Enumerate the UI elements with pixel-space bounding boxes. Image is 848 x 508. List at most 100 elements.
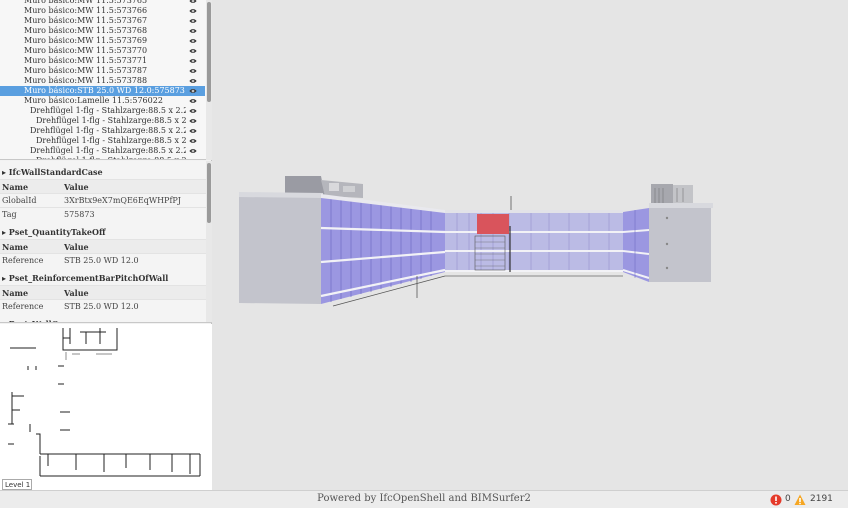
tree-item[interactable]: Muro básico:MW 11.5:573768 [0,26,205,36]
visibility-eye-icon[interactable] [189,77,197,85]
wall-left-solid [239,196,321,304]
visibility-eye-icon[interactable] [189,127,197,135]
tree-item-label: Drehflügel 1-flg - Stahlzarge:88.5 x 2.2… [30,106,186,115]
visibility-eye-icon[interactable] [189,87,197,95]
property-set: ▸ IfcWallStandardCase Name Value GlobalId 3X… [0,165,206,221]
header-name: Name [2,182,29,192]
property-value: STB 25.0 WD 12.0 [64,256,139,265]
tree-item[interactable]: Muro básico:MW 11.5:573766 [0,6,205,16]
tree-item-label: Drehflügel 1-flg - Stahlzarge:88.5 x 2.2… [36,136,186,145]
tree-item-label: Muro básico:MW 11.5:573767 [24,16,148,25]
glazed-facade-center [445,212,623,272]
status-indicators[interactable]: 0 2191 [770,493,840,507]
property-set: ▸ Pset_QuantityTakeOff Name Value Reference… [0,225,206,267]
property-set-title[interactable]: ▸ Pset_QuantityTakeOff [0,225,206,239]
tree-item[interactable]: Drehflügel 1-flg - Stahlzarge:88.5 x 2.2… [0,116,205,126]
rooftop-unit-right [651,184,693,206]
property-name: GlobalId [2,196,37,205]
property-set-title[interactable]: ▸ IfcWallStandardCase [0,165,206,179]
visibility-eye-icon[interactable] [189,67,197,75]
tree-item-label: Drehflügel 1-flg - Stahlzarge:88.5 x 2.2… [30,126,186,135]
tree-item-label: Muro básico:MW 11.5:573770 [24,46,148,55]
wall-right-solid [649,206,711,282]
tree-item-label: Drehflügel 1-flg - Stahlzarge:88.5 x 2.2… [36,116,186,125]
property-set: ▸ Pset_ReinforcementBarPitchOfWall Name Va… [0,271,206,313]
tree-item[interactable]: Muro básico:MW 11.5:573788 [0,76,205,86]
tree-item[interactable]: Drehflügel 1-flg - Stahlzarge:88.5 x 2.2… [0,106,205,116]
visibility-eye-icon[interactable] [189,0,197,5]
visibility-eye-icon[interactable] [189,7,197,15]
property-row: Reference STB 25.0 WD 12.0 [0,299,206,313]
visibility-eye-icon[interactable] [189,107,197,115]
visibility-eye-icon[interactable] [189,17,197,25]
property-set-title[interactable]: ▸ Pset_ReinforcementBarPitchOfWall [0,271,206,285]
floor-plan-drawing [8,328,201,477]
tree-item[interactable]: Drehflügel 1-flg - Stahlzarge:88.5 x 2.2… [0,136,205,146]
header-value: Value [64,242,89,252]
tree-item[interactable]: Muro básico:MW 11.5:573771 [0,56,205,66]
glazed-facade-left [321,196,445,304]
visibility-eye-icon[interactable] [189,47,197,55]
tree-item-label: Drehflügel 1-flg - Stahlzarge:88.5 x 2.2… [30,146,186,155]
property-row: Reference STB 25.0 WD 12.0 [0,253,206,267]
powered-by-text: Powered by IfcOpenShell and BIMSurfer2 [317,493,531,504]
model-tree[interactable]: Muro básico:MW 11.5:573765 Muro básico:MW… [0,0,212,160]
property-row: Tag 575873 [0,207,206,221]
property-name: Reference [2,256,44,265]
property-header-row: Name Value [0,285,206,299]
tree-item[interactable]: Drehflügel 1-flg - Stahlzarge:88.5 x 2.2… [0,146,205,156]
visibility-eye-icon[interactable] [189,157,197,159]
footer-bar: Powered by IfcOpenShell and BIMSurfer2 0… [0,490,848,508]
tree-item-label: Muro básico:STB 25.0 WD 12.0:575873 [24,86,185,95]
visibility-eye-icon[interactable] [189,147,197,155]
tree-scrollbar[interactable] [206,0,212,160]
properties-scrollbar[interactable] [206,161,212,322]
tree-item[interactable]: Muro básico:Lamelle 11.5:576022 [0,96,205,106]
tree-item-label: Muro básico:MW 11.5:573766 [24,6,148,15]
warning-count: 2191 [810,494,833,504]
tree-item[interactable]: Drehflügel 1-flg - Stahlzarge:88.5 x 2.2… [0,126,205,136]
tree-item[interactable]: Muro básico:MW 11.5:573769 [0,36,205,46]
property-value: 575873 [64,210,95,219]
building-model [239,176,713,307]
visibility-eye-icon[interactable] [189,97,197,105]
header-value: Value [64,288,89,298]
property-set: ▸ Pset_WallCommon [0,317,206,322]
property-header-row: Name Value [0,239,206,253]
tree-item[interactable]: Muro básico:MW 11.5:573767 [0,16,205,26]
warning-icon [794,494,806,505]
tree-item[interactable]: Muro básico:STB 25.0 WD 12.0:575873 [0,86,205,96]
visibility-eye-icon[interactable] [189,37,197,45]
tree-item-label: Muro básico:Lamelle 11.5:576022 [24,96,163,105]
error-icon [770,494,782,506]
property-header-row: Name Value [0,179,206,193]
tree-item[interactable]: Drehflügel 1-flg - Stahlzarge:88.5 x 2.2… [0,156,205,159]
selected-wall-highlight [477,214,509,234]
tree-item[interactable]: Muro básico:MW 11.5:573787 [0,66,205,76]
tree-item-label: Muro básico:MW 11.5:573768 [24,26,148,35]
properties-scrollbar-thumb[interactable] [207,163,211,223]
header-name: Name [2,288,29,298]
tree-item[interactable]: Muro básico:MW 11.5:573770 [0,46,205,56]
level-select[interactable]: Level 1 ˅ [2,479,32,499]
floor-plan-view[interactable] [0,324,212,490]
tree-item-label: Muro básico:MW 11.5:573769 [24,36,148,45]
left-panel: Muro básico:MW 11.5:573765 Muro básico:MW… [0,0,212,499]
property-value: 3XrBtx9eX7mQE6EqWHPfPJ [64,196,181,205]
visibility-eye-icon[interactable] [189,27,197,35]
app: Muro básico:MW 11.5:573765 Muro básico:MW… [0,0,848,508]
tree-item-label: Muro básico:MW 11.5:573788 [24,76,148,85]
property-value: STB 25.0 WD 12.0 [64,302,139,311]
3d-viewport[interactable] [213,0,848,490]
property-set-title[interactable]: ▸ Pset_WallCommon [0,317,206,322]
tree-item-label: Muro básico:MW 11.5:573787 [24,66,148,75]
tree-item-label: Drehflügel 1-flg - Stahlzarge:88.5 x 2.2… [36,156,186,159]
visibility-eye-icon[interactable] [189,117,197,125]
tree-scrollbar-thumb[interactable] [207,2,211,102]
error-count: 0 [785,494,791,504]
header-value: Value [64,182,89,192]
tree-item-label: Muro básico:MW 11.5:573771 [24,56,148,65]
visibility-eye-icon[interactable] [189,57,197,65]
properties-panel: ▸ IfcWallStandardCase Name Value GlobalId 3X… [0,161,212,323]
visibility-eye-icon[interactable] [189,137,197,145]
